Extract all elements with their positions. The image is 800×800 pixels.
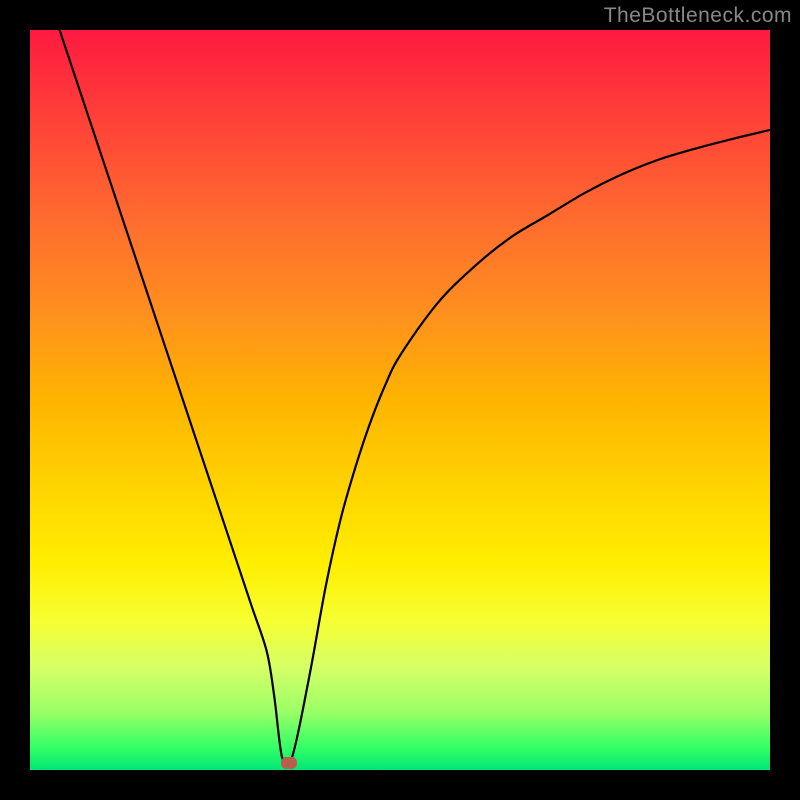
chart-frame: TheBottleneck.com — [0, 0, 800, 800]
min-marker — [281, 757, 297, 769]
curve-path — [60, 30, 770, 764]
watermark-text: TheBottleneck.com — [604, 4, 792, 28]
curve-svg — [30, 30, 770, 770]
plot-area — [30, 30, 770, 770]
